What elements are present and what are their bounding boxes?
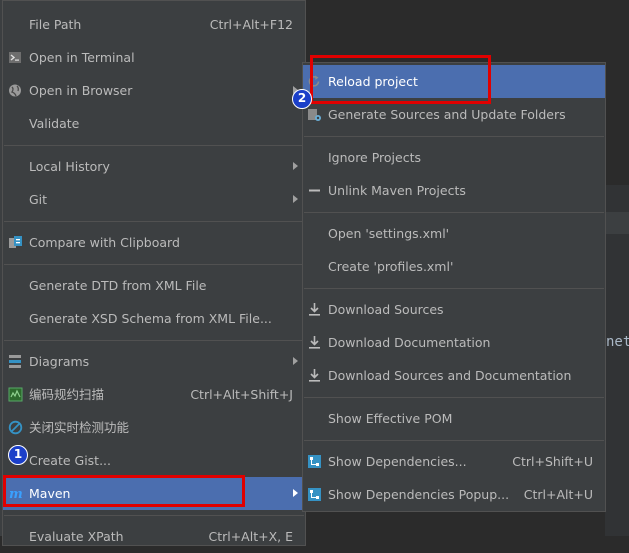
menu-item-create-gist[interactable]: Create Gist... — [3, 444, 305, 477]
menu-item-shortcut: Ctrl+Alt+U — [523, 487, 593, 502]
menu-item-show-dependencies-popup[interactable]: Show Dependencies Popup... Ctrl+Alt+U — [303, 478, 605, 511]
download-icon — [307, 302, 322, 317]
menu-item-open-in-terminal[interactable]: Open in Terminal — [3, 41, 305, 74]
menu-item-download-sources[interactable]: Download Sources — [303, 293, 605, 326]
chevron-right-icon — [293, 357, 298, 365]
menu-item-label: Show Dependencies Popup... — [328, 487, 510, 502]
menu-item-label: Generate Sources and Update Folders — [328, 107, 566, 122]
terminal-icon — [8, 50, 23, 65]
editor-background — [305, 0, 629, 62]
menu-separator — [304, 136, 604, 137]
menu-item-label: Show Effective POM — [328, 411, 453, 426]
menu-separator — [304, 212, 604, 213]
menu-item-label: Open 'settings.xml' — [328, 226, 450, 241]
menu-item-label: 关闭实时检测功能 — [29, 420, 130, 435]
menu-item-label: Git — [29, 192, 48, 207]
menu-item-disable-realtime-check[interactable]: 关闭实时检测功能 — [3, 411, 305, 444]
menu-item-compare-with-clipboard[interactable]: Compare with Clipboard — [3, 226, 305, 259]
diagram-icon — [8, 354, 23, 369]
step-1-badge: 1 — [8, 445, 28, 465]
menu-item-show-effective-pom[interactable]: Show Effective POM — [303, 402, 605, 435]
menu-item-label: Unlink Maven Projects — [328, 183, 466, 198]
maven-highlight-box — [3, 475, 245, 507]
menu-item-validate[interactable]: Validate — [3, 107, 305, 140]
dependencies-icon — [307, 487, 322, 502]
step-2-badge: 2 — [292, 89, 312, 109]
menu-item-label: File Path — [29, 17, 82, 32]
menu-item-generate-dtd[interactable]: Generate DTD from XML File — [3, 269, 305, 302]
menu-item-label: Show Dependencies... — [328, 454, 467, 469]
globe-icon — [8, 83, 23, 98]
menu-item-shortcut: Ctrl+Shift+U — [512, 454, 593, 469]
menu-separator — [304, 397, 604, 398]
code-scan-icon — [8, 387, 23, 402]
menu-item-shortcut: Ctrl+Alt+Shift+J — [190, 387, 293, 402]
menu-item-generate-xsd[interactable]: Generate XSD Schema from XML File... — [3, 302, 305, 335]
editor-code-fragment: net — [606, 334, 629, 350]
menu-separator — [304, 440, 604, 441]
menu-item-label: Generate XSD Schema from XML File... — [29, 311, 272, 326]
menu-item-label: Compare with Clipboard — [29, 235, 180, 250]
menu-item-file-path[interactable]: File Path Ctrl+Alt+F12 — [3, 8, 305, 41]
minus-icon — [307, 183, 322, 198]
menu-separator — [4, 145, 304, 146]
menu-item-label: Download Documentation — [328, 335, 491, 350]
context-menu: File Path Ctrl+Alt+F12 Open in Terminal … — [2, 0, 306, 546]
menu-item-open-settings-xml[interactable]: Open 'settings.xml' — [303, 217, 605, 250]
menu-item-local-history[interactable]: Local History — [3, 150, 305, 183]
menu-separator — [304, 288, 604, 289]
menu-item-download-sources-and-documentation[interactable]: Download Sources and Documentation — [303, 359, 605, 392]
generate-sources-icon — [307, 107, 322, 122]
menu-separator — [4, 340, 304, 341]
reload-highlight-box — [310, 55, 491, 104]
menu-separator — [4, 264, 304, 265]
menu-item-shortcut: Ctrl+Alt+X, E — [208, 529, 293, 544]
menu-separator — [4, 515, 304, 516]
menu-item-label: Diagrams — [29, 354, 90, 369]
menu-item-evaluate-xpath[interactable]: Evaluate XPath Ctrl+Alt+X, E — [3, 520, 305, 553]
clipboard-compare-icon — [8, 235, 23, 250]
menu-item-label: Local History — [29, 159, 110, 174]
menu-item-label: Create 'profiles.xml' — [328, 259, 454, 274]
menu-item-label: Download Sources — [328, 302, 444, 317]
menu-item-label: Create Gist... — [29, 453, 112, 468]
menu-item-open-in-browser[interactable]: Open in Browser — [3, 74, 305, 107]
menu-item-label: Validate — [29, 116, 80, 131]
menu-item-label: Download Sources and Documentation — [328, 368, 572, 383]
menu-item-unlink-maven-projects[interactable]: Unlink Maven Projects — [303, 174, 605, 207]
menu-item-label: 编码规约扫描 — [29, 387, 105, 402]
chevron-right-icon — [293, 195, 298, 203]
menu-item-label: Open in Browser — [29, 83, 133, 98]
menu-item-code-scan[interactable]: 编码规约扫描 Ctrl+Alt+Shift+J — [3, 378, 305, 411]
menu-item-show-dependencies[interactable]: Show Dependencies... Ctrl+Shift+U — [303, 445, 605, 478]
dependencies-icon — [307, 454, 322, 469]
prohibited-icon — [8, 420, 23, 435]
menu-item-shortcut: Ctrl+Alt+F12 — [209, 17, 293, 32]
menu-item-git[interactable]: Git — [3, 183, 305, 216]
menu-item-label: Evaluate XPath — [29, 529, 124, 544]
download-icon — [307, 335, 322, 350]
menu-separator — [4, 221, 304, 222]
menu-item-ignore-projects[interactable]: Ignore Projects — [303, 141, 605, 174]
menu-item-download-documentation[interactable]: Download Documentation — [303, 326, 605, 359]
chevron-right-icon — [293, 489, 298, 497]
menu-item-label: Generate DTD from XML File — [29, 278, 207, 293]
editor-side-bar — [605, 212, 629, 234]
maven-submenu: Reload project Generate Sources and Upda… — [302, 62, 606, 512]
download-icon — [307, 368, 322, 383]
chevron-right-icon — [293, 162, 298, 170]
menu-item-diagrams[interactable]: Diagrams — [3, 345, 305, 378]
menu-item-label: Ignore Projects — [328, 150, 421, 165]
menu-item-label: Open in Terminal — [29, 50, 135, 65]
editor-side-panel — [605, 185, 629, 536]
menu-item-create-profiles-xml[interactable]: Create 'profiles.xml' — [303, 250, 605, 283]
